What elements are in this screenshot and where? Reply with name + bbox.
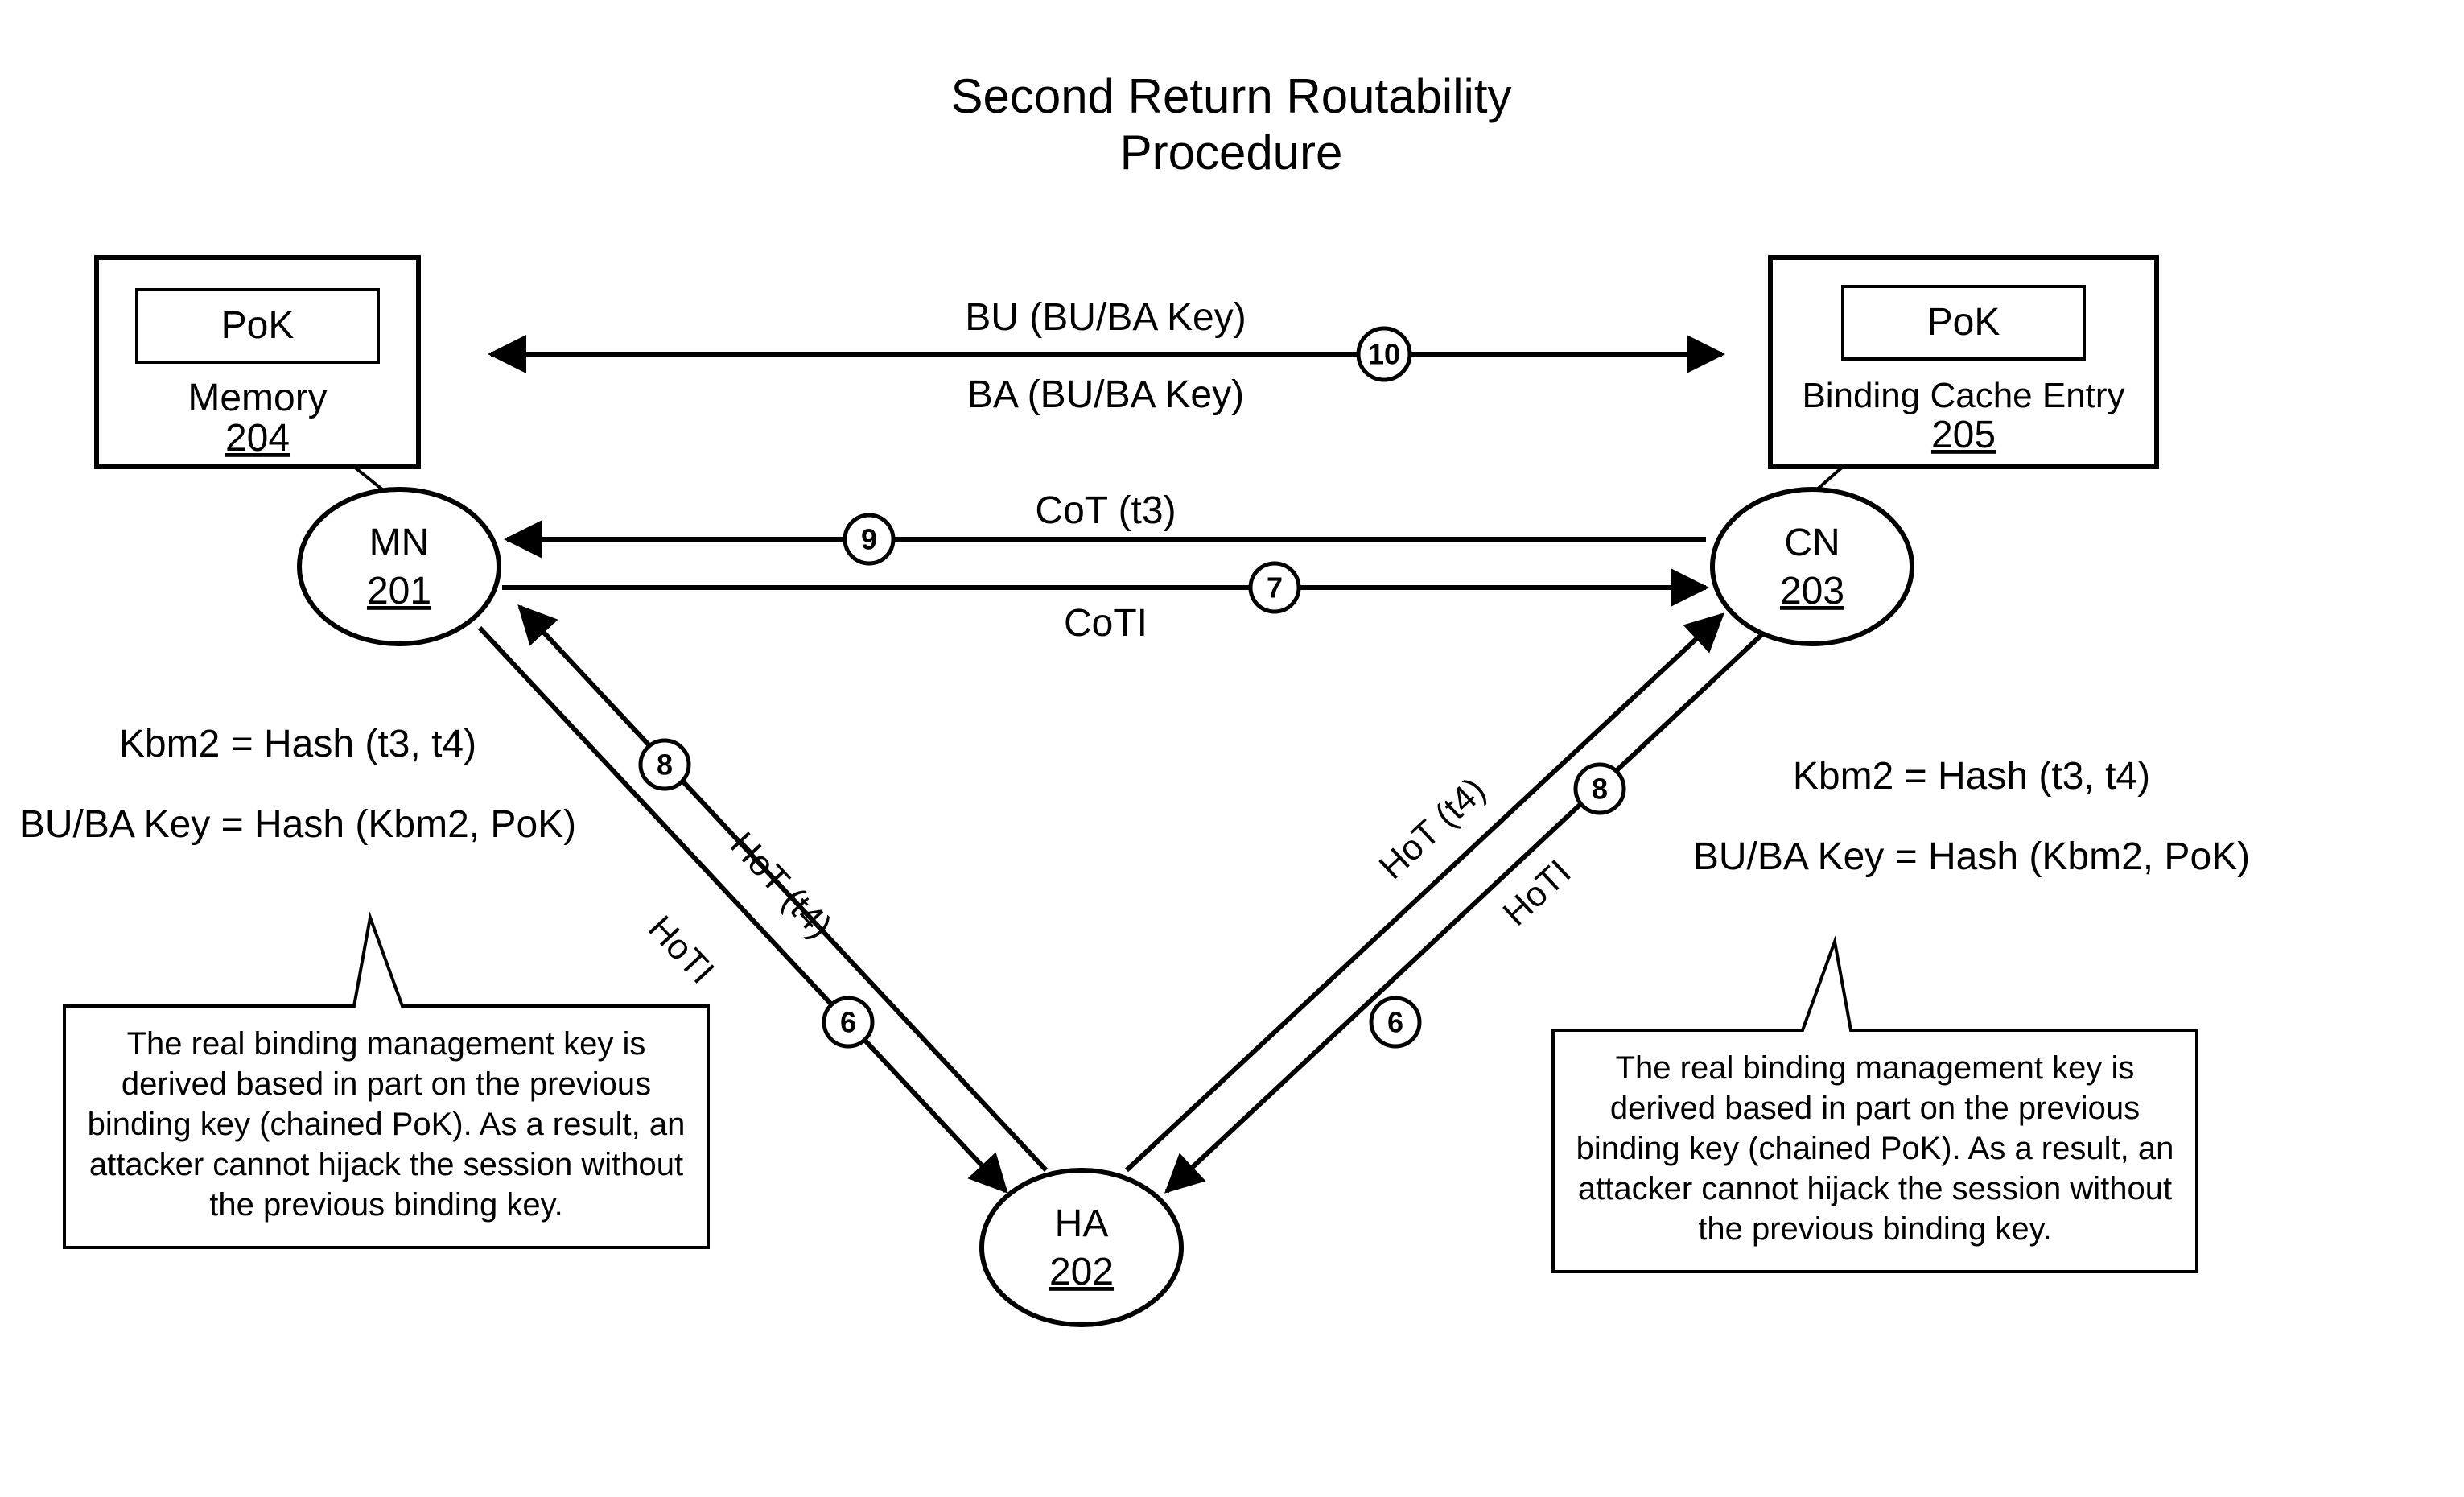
ha-cn-hoti-label: HoTI [1496,852,1579,934]
mn-ha-hoti-label: HoTI [641,909,722,992]
step-6-left: 6 [824,998,872,1046]
svg-text:derived based in part on the p: derived based in part on the previous [122,1066,651,1102]
svg-text:10: 10 [1368,338,1400,371]
svg-text:203: 203 [1780,570,1844,612]
memory-label: Memory [187,377,327,419]
svg-text:the previous binding key.: the previous binding key. [209,1187,563,1223]
svg-text:The real binding management ke: The real binding management key is [127,1026,646,1062]
svg-text:attacker cannot hijack the ses: attacker cannot hijack the session witho… [89,1147,683,1182]
memory-id: 204 [225,417,290,460]
cache-id: 205 [1931,414,1996,456]
svg-text:binding key (chained PoK). As: binding key (chained PoK). As a result, … [1576,1131,2174,1166]
svg-text:The real binding management ke: The real binding management key is [1616,1050,2135,1086]
step-9: 9 [845,515,893,563]
mn-node: MN 201 [299,489,499,644]
svg-text:8: 8 [657,748,673,781]
ha-mn-hot-label: HoT (t4) [723,825,839,946]
coti-label: CoTI [1064,602,1148,645]
title-line1: Second Return Routability [950,69,1511,123]
svg-text:201: 201 [367,570,431,612]
svg-text:derived based in part on the p: derived based in part on the previous [1610,1091,2140,1126]
diagram-canvas: Second Return Routability Procedure PoK … [0,0,2464,1497]
step-8-right: 8 [1576,765,1624,813]
svg-text:6: 6 [1387,1006,1403,1039]
formula-right-1: Kbm2 = Hash (t3, t4) [1793,755,2150,798]
callout-left: The real binding management key is deriv… [64,918,708,1248]
svg-text:7: 7 [1267,571,1283,604]
svg-text:8: 8 [1592,773,1608,806]
svg-text:MN: MN [369,522,430,564]
svg-text:the previous binding key.: the previous binding key. [1698,1211,2052,1247]
formula-left-1: Kbm2 = Hash (t3, t4) [119,723,476,765]
ha-node: HA 202 [982,1170,1181,1325]
memory-pok-label: PoK [221,304,295,347]
callout-right: The real binding management key is deriv… [1553,942,2197,1272]
cache-box: PoK Binding Cache Entry 205 [1770,258,2157,502]
step-6-right: 6 [1371,998,1419,1046]
cache-pok-label: PoK [1927,301,2000,344]
title-line2: Procedure [1120,126,1343,179]
svg-text:9: 9 [861,523,877,556]
cn-node: CN 203 [1712,489,1912,644]
svg-text:202: 202 [1049,1251,1114,1293]
formula-right-2: BU/BA Key = Hash (Kbm2, PoK) [1693,835,2250,878]
step-10: 10 [1358,328,1410,380]
ba-label: BA (BU/BA Key) [967,373,1244,416]
cache-label: Binding Cache Entry [1802,376,2124,415]
svg-text:binding key (chained PoK). As: binding key (chained PoK). As a result, … [88,1107,686,1142]
svg-text:HA: HA [1055,1202,1109,1245]
svg-text:6: 6 [840,1006,856,1039]
formula-left-2: BU/BA Key = Hash (Kbm2, PoK) [19,803,576,846]
step-8-left: 8 [641,740,689,789]
svg-text:CN: CN [1784,522,1840,564]
bu-label: BU (BU/BA Key) [965,296,1246,339]
cn-ha-hot-label: HoT (t4) [1372,770,1494,887]
svg-text:attacker cannot hijack the ses: attacker cannot hijack the session witho… [1578,1171,2172,1206]
step-7: 7 [1251,563,1299,612]
cot-label: CoT (t3) [1035,489,1176,532]
memory-box: PoK Memory 204 [97,258,418,499]
